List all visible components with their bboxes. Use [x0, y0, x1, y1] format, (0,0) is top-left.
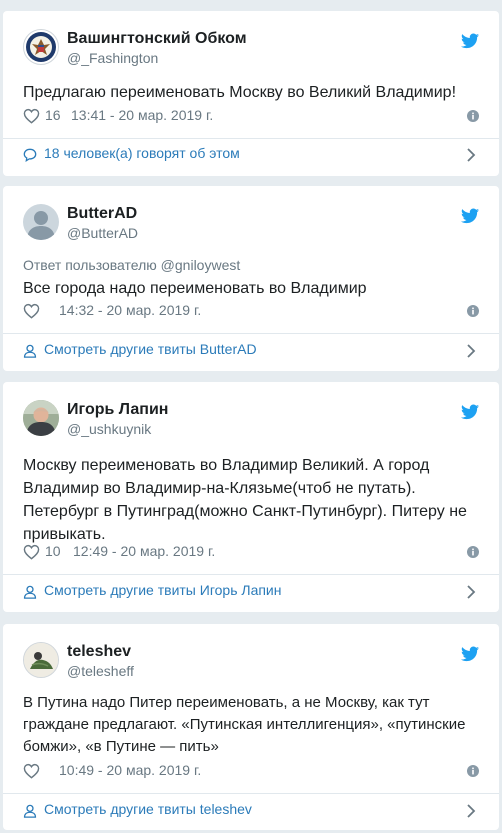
avatar[interactable] [23, 642, 59, 678]
person-icon [23, 585, 37, 599]
footer-label[interactable]: 18 человек(а) говорят об этом [44, 145, 240, 161]
author-name[interactable]: teleshev [67, 643, 131, 661]
author-name[interactable]: ButterAD [67, 205, 137, 223]
tweet-footer-link[interactable]: Смотреть другие твиты teleshev [23, 801, 479, 823]
avatar[interactable] [23, 400, 59, 436]
tweet-card[interactable]: teleshev @telesheff В Путина надо Питер … [3, 624, 499, 830]
chevron-right-icon[interactable] [466, 148, 476, 162]
tweet-text: Москву переименовать во Владимир Великий… [23, 457, 467, 543]
author-handle[interactable]: @_Fashington [67, 50, 158, 66]
info-icon[interactable] [467, 765, 479, 777]
divider [3, 333, 499, 334]
tweet-text: Все города надо переименовать во Владими… [23, 280, 367, 297]
person-icon [23, 344, 37, 358]
tweet-timestamp[interactable]: 10:49 - 20 мар. 2019 г. [59, 762, 201, 778]
twitter-bird-icon[interactable] [461, 404, 479, 420]
author-handle[interactable]: @telesheff [67, 663, 134, 679]
twitter-bird-icon[interactable] [461, 33, 479, 49]
like-heart-icon[interactable] [23, 303, 40, 319]
like-count[interactable]: 10 [45, 543, 61, 559]
chevron-right-icon[interactable] [466, 804, 476, 818]
like-heart-icon[interactable] [23, 108, 40, 124]
like-heart-icon[interactable] [23, 544, 40, 560]
tweet-timestamp[interactable]: 12:49 - 20 мар. 2019 г. [73, 543, 215, 559]
person-icon [23, 804, 37, 818]
chevron-right-icon[interactable] [466, 585, 476, 599]
like-heart-icon[interactable] [23, 763, 40, 779]
info-icon[interactable] [467, 110, 479, 122]
twitter-bird-icon[interactable] [461, 208, 479, 224]
tweet-footer-link[interactable]: 18 человек(а) говорят об этом [23, 145, 479, 167]
illustration-avatar [24, 643, 58, 677]
seal-icon [26, 32, 56, 62]
info-icon[interactable] [467, 546, 479, 558]
info-icon[interactable] [467, 305, 479, 317]
reply-to-label[interactable]: Ответ пользователю @gniloywest [23, 257, 240, 273]
avatar[interactable] [23, 29, 59, 65]
avatar[interactable] [23, 204, 59, 240]
tweet-card[interactable]: Игорь Лапин @_ushkuynik Москву переимено… [3, 382, 499, 612]
footer-label[interactable]: Смотреть другие твиты Игорь Лапин [44, 582, 282, 598]
tweet-meta: 10:49 - 20 мар. 2019 г. [23, 762, 479, 782]
divider [3, 793, 499, 794]
author-handle[interactable]: @ButterAD [67, 225, 138, 241]
tweet-text: Предлагаю переименовать Москву во Велики… [23, 84, 457, 101]
tweet-meta: 10 12:49 - 20 мар. 2019 г. [23, 543, 479, 563]
divider [3, 574, 499, 575]
author-name[interactable]: Игорь Лапин [67, 401, 168, 419]
chevron-right-icon[interactable] [466, 344, 476, 358]
twitter-bird-icon[interactable] [461, 646, 479, 662]
author-handle[interactable]: @_ushkuynik [67, 421, 151, 437]
tweet-timestamp[interactable]: 14:32 - 20 мар. 2019 г. [59, 302, 201, 318]
comment-icon [23, 148, 37, 162]
footer-label[interactable]: Смотреть другие твиты ButterAD [44, 341, 257, 357]
divider [3, 138, 499, 139]
tweet-card[interactable]: ButterAD @ButterAD Ответ пользователю @g… [3, 186, 499, 371]
photo-avatar [23, 400, 59, 436]
tweet-timestamp[interactable]: 13:41 - 20 мар. 2019 г. [71, 107, 213, 123]
like-count[interactable]: 16 [45, 107, 61, 123]
tweet-card[interactable]: Вашингтонский Обком @_Fashington Предлаг… [3, 11, 499, 176]
tweet-meta: 14:32 - 20 мар. 2019 г. [23, 302, 479, 322]
footer-label[interactable]: Смотреть другие твиты teleshev [44, 801, 252, 817]
tweet-footer-link[interactable]: Смотреть другие твиты ButterAD [23, 341, 479, 363]
author-name[interactable]: Вашингтонский Обком [67, 30, 247, 48]
default-person-icon [27, 211, 55, 240]
tweet-text: В Путина надо Питер переименовать, а не … [23, 694, 466, 755]
tweet-footer-link[interactable]: Смотреть другие твиты Игорь Лапин [23, 582, 479, 604]
tweet-meta: 16 13:41 - 20 мар. 2019 г. [23, 107, 479, 127]
